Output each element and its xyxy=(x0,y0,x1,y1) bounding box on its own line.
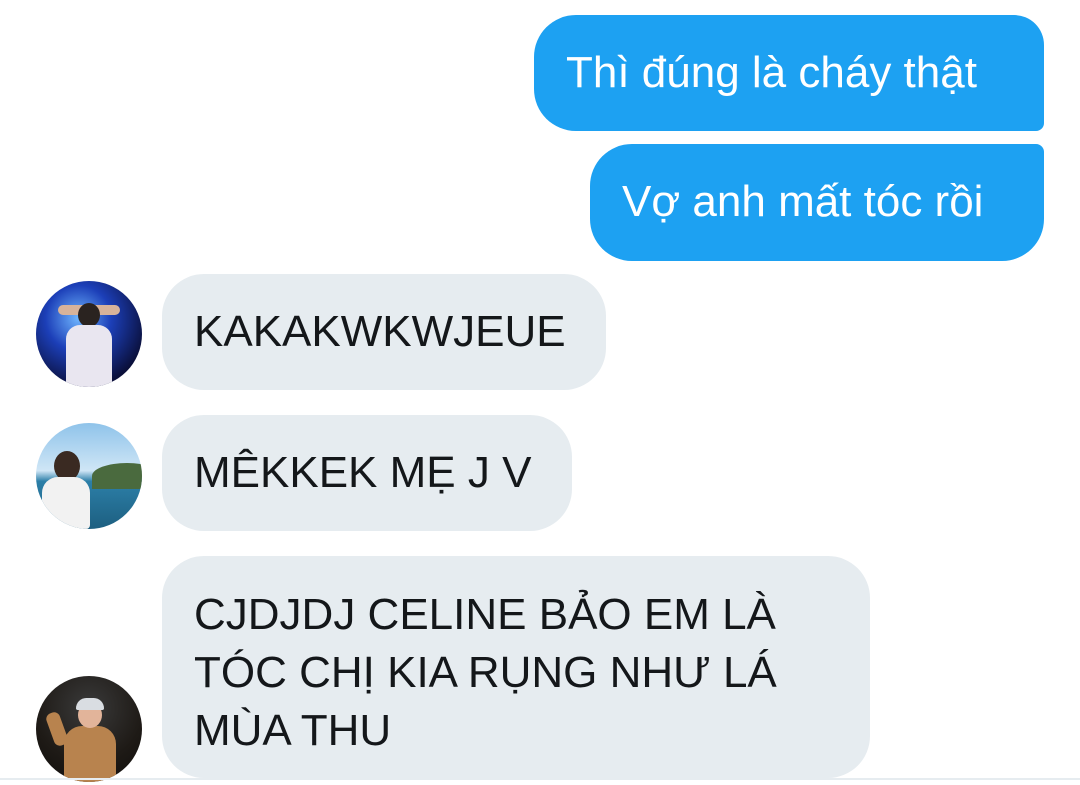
avatar[interactable] xyxy=(36,281,142,387)
avatar-photo-detail xyxy=(78,303,100,327)
chat-thread: Thì đúng là cháy thật Vợ anh mất tóc rồi… xyxy=(0,0,1080,785)
avatar-photo-detail xyxy=(64,726,116,782)
avatar-photo-detail xyxy=(42,477,90,529)
avatar[interactable] xyxy=(36,423,142,529)
message-text: Vợ anh mất tóc rồi xyxy=(622,177,984,226)
message-text: KAKAKWKWJEUE xyxy=(194,307,566,356)
received-message-bubble[interactable]: CJDJDJ CELINE BẢO EM LÀ TÓC CHỊ KIA RỤNG… xyxy=(162,556,870,778)
avatar-photo-detail xyxy=(66,325,112,387)
avatar-photo-detail xyxy=(76,698,104,710)
avatar[interactable] xyxy=(36,676,142,782)
received-message-bubble[interactable]: KAKAKWKWJEUE xyxy=(162,274,606,390)
received-message-bubble[interactable]: MÊKKEK MẸ J V xyxy=(162,415,572,531)
sent-message-bubble[interactable]: Vợ anh mất tóc rồi xyxy=(590,144,1044,261)
message-text-line: TÓC CHỊ KIA RỤNG NHƯ LÁ xyxy=(194,648,777,697)
avatar-photo-detail xyxy=(92,463,142,489)
divider xyxy=(0,778,1080,780)
message-text: MÊKKEK MẸ J V xyxy=(194,448,532,497)
sent-message-bubble[interactable]: Thì đúng là cháy thật xyxy=(534,15,1044,131)
message-text-line: MÙA THU xyxy=(194,706,392,755)
message-text-line: CJDJDJ CELINE BẢO EM LÀ xyxy=(194,590,776,639)
message-text: Thì đúng là cháy thật xyxy=(566,48,977,97)
